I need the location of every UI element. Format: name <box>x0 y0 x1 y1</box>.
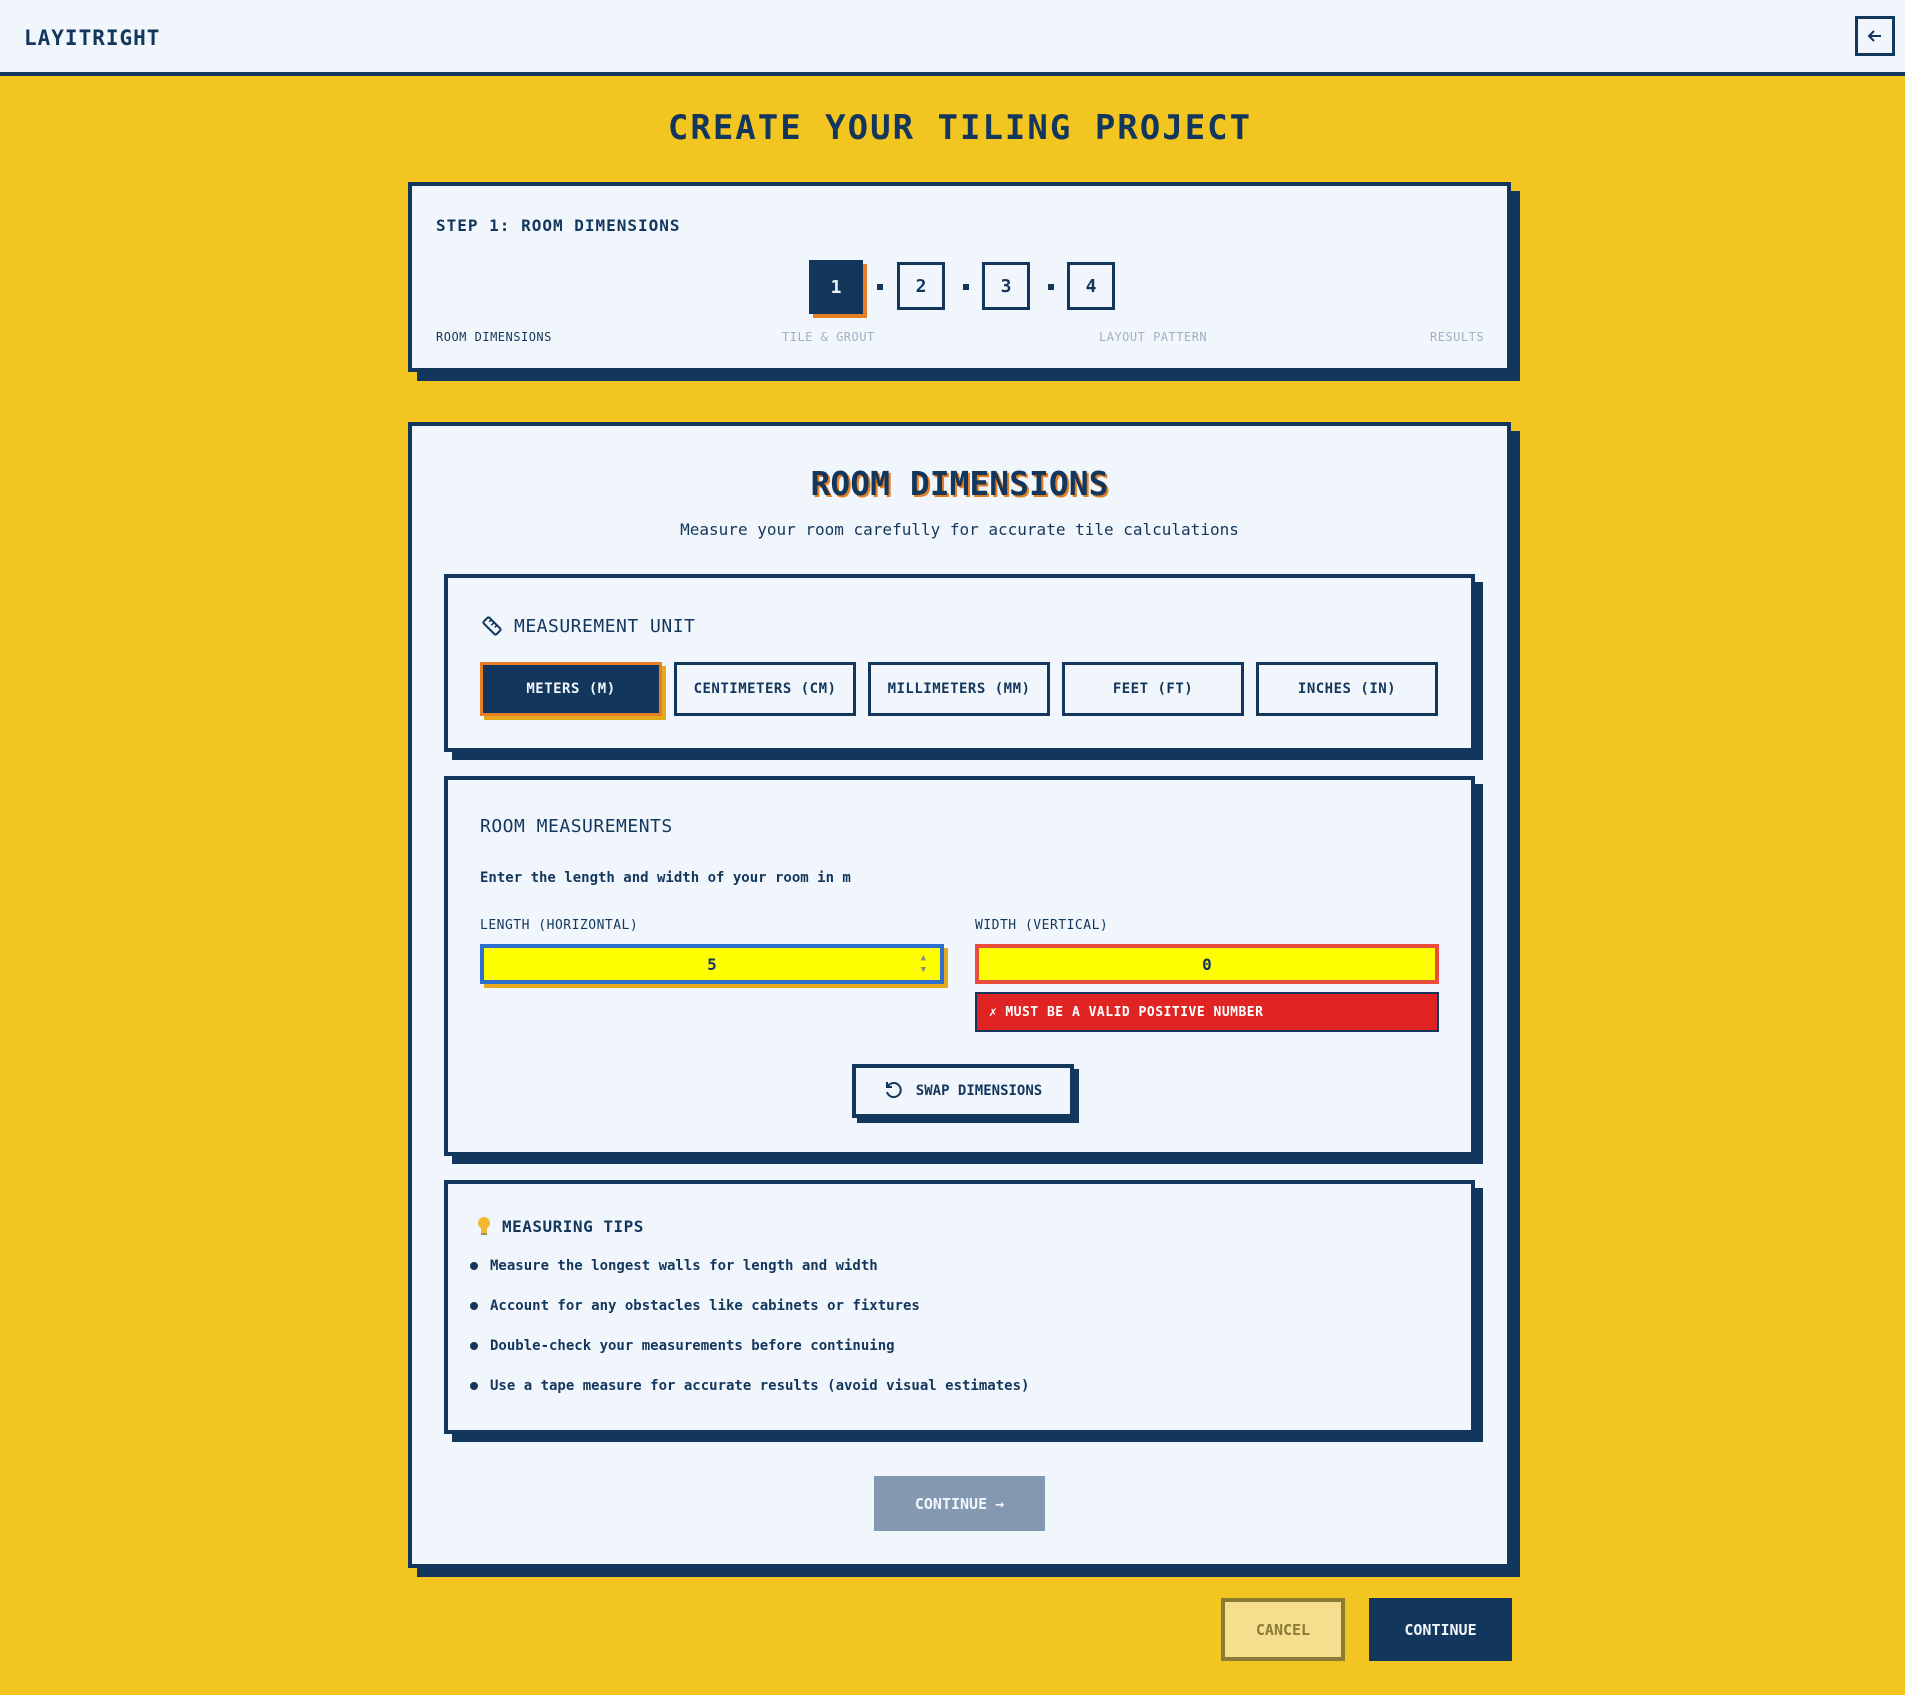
measuring-tips-label: MEASURING TIPS <box>502 1216 644 1236</box>
unit-millimeters-button[interactable]: MILLIMETERS (MM) <box>868 662 1050 716</box>
top-bar: LAYITRIGHT <box>0 0 1905 76</box>
width-value: 0 <box>1202 954 1212 974</box>
stepper: 1 2 3 4 <box>412 260 1507 314</box>
error-text: MUST BE A VALID POSITIVE NUMBER <box>1005 1004 1264 1020</box>
bullet-icon <box>470 1262 478 1270</box>
length-label: LENGTH (HORIZONTAL) <box>480 918 639 933</box>
unit-inches-button[interactable]: INCHES (IN) <box>1256 662 1438 716</box>
measurement-unit-panel: MEASUREMENT UNIT METERS (M) CENTIMETERS … <box>444 574 1475 752</box>
tip-text: Measure the longest walls for length and… <box>490 1258 878 1274</box>
number-spinner[interactable]: ▲ ▼ <box>921 952 926 976</box>
step-4-label: RESULTS <box>1430 330 1485 344</box>
room-dimensions-card: ROOM DIMENSIONS Measure your room carefu… <box>408 422 1511 1568</box>
step-heading: STEP 1: ROOM DIMENSIONS <box>436 216 681 235</box>
section-subtitle: Measure your room carefully for accurate… <box>680 520 1239 539</box>
measuring-tips-panel: MEASURING TIPS Measure the longest walls… <box>444 1180 1475 1434</box>
unit-feet-button[interactable]: FEET (FT) <box>1062 662 1244 716</box>
tip-item: Double-check your measurements before co… <box>470 1338 895 1354</box>
rotate-icon <box>885 1082 902 1099</box>
measurement-unit-label: MEASUREMENT UNIT <box>514 615 696 637</box>
length-input[interactable]: 5 ▲ ▼ <box>480 944 944 984</box>
step-4-indicator[interactable]: 4 <box>1067 262 1115 310</box>
arrow-left-icon <box>1867 30 1881 42</box>
arrow-right-icon: → <box>995 1494 1005 1513</box>
page-title: CREATE YOUR TILING PROJECT <box>667 108 1253 148</box>
step-2-label: TILE & GROUT <box>782 330 875 344</box>
tip-item: Measure the longest walls for length and… <box>470 1258 878 1274</box>
continue-button-disabled[interactable]: CONTINUE → <box>874 1476 1045 1531</box>
stepper-card: STEP 1: ROOM DIMENSIONS 1 2 3 4 ROOM DIM… <box>408 182 1511 372</box>
unit-centimeters-button[interactable]: CENTIMETERS (CM) <box>674 662 856 716</box>
bullet-icon <box>470 1302 478 1310</box>
measuring-tips-heading: MEASURING TIPS <box>476 1216 644 1236</box>
step-connector <box>963 284 969 290</box>
step-1-indicator[interactable]: 1 <box>809 260 863 314</box>
unit-meters-button[interactable]: METERS (M) <box>480 662 662 716</box>
continue-label: CONTINUE <box>914 1494 988 1513</box>
step-2-indicator[interactable]: 2 <box>897 262 945 310</box>
step-1-label: ROOM DIMENSIONS <box>436 330 552 344</box>
step-3-label: LAYOUT PATTERN <box>1099 330 1208 344</box>
measurement-unit-heading: MEASUREMENT UNIT <box>480 614 695 638</box>
swap-dimensions-button[interactable]: SWAP DIMENSIONS <box>852 1064 1074 1118</box>
tip-item: Use a tape measure for accurate results … <box>470 1378 1029 1394</box>
tip-text: Double-check your measurements before co… <box>490 1338 895 1354</box>
step-3-indicator[interactable]: 3 <box>982 262 1030 310</box>
room-measurements-panel: ROOM MEASUREMENTS Enter the length and w… <box>444 776 1475 1156</box>
error-x-icon: ✗ <box>989 1004 998 1020</box>
room-measurements-label: ROOM MEASUREMENTS <box>480 816 673 837</box>
width-label: WIDTH (VERTICAL) <box>975 918 1109 933</box>
section-title: ROOM DIMENSIONS <box>810 464 1109 503</box>
swap-dimensions-label: SWAP DIMENSIONS <box>915 1083 1043 1099</box>
ruler-icon <box>482 616 502 636</box>
lightbulb-icon <box>478 1217 490 1235</box>
back-button[interactable] <box>1855 16 1895 56</box>
step-connector <box>877 284 883 290</box>
bullet-icon <box>470 1382 478 1390</box>
tip-text: Account for any obstacles like cabinets … <box>490 1298 920 1314</box>
room-measurements-heading: ROOM MEASUREMENTS <box>480 816 673 837</box>
brand-logo[interactable]: LAYITRIGHT <box>24 26 160 50</box>
step-connector <box>1048 284 1054 290</box>
cancel-button[interactable]: CANCEL <box>1221 1598 1345 1661</box>
tip-item: Account for any obstacles like cabinets … <box>470 1298 920 1314</box>
width-error-message: ✗ MUST BE A VALID POSITIVE NUMBER <box>975 992 1439 1032</box>
length-value: 5 <box>707 954 717 974</box>
tip-text: Use a tape measure for accurate results … <box>490 1378 1030 1394</box>
width-input[interactable]: 0 <box>975 944 1439 984</box>
measurements-description: Enter the length and width of your room … <box>480 870 851 886</box>
continue-button[interactable]: CONTINUE <box>1369 1598 1512 1661</box>
bullet-icon <box>470 1342 478 1350</box>
